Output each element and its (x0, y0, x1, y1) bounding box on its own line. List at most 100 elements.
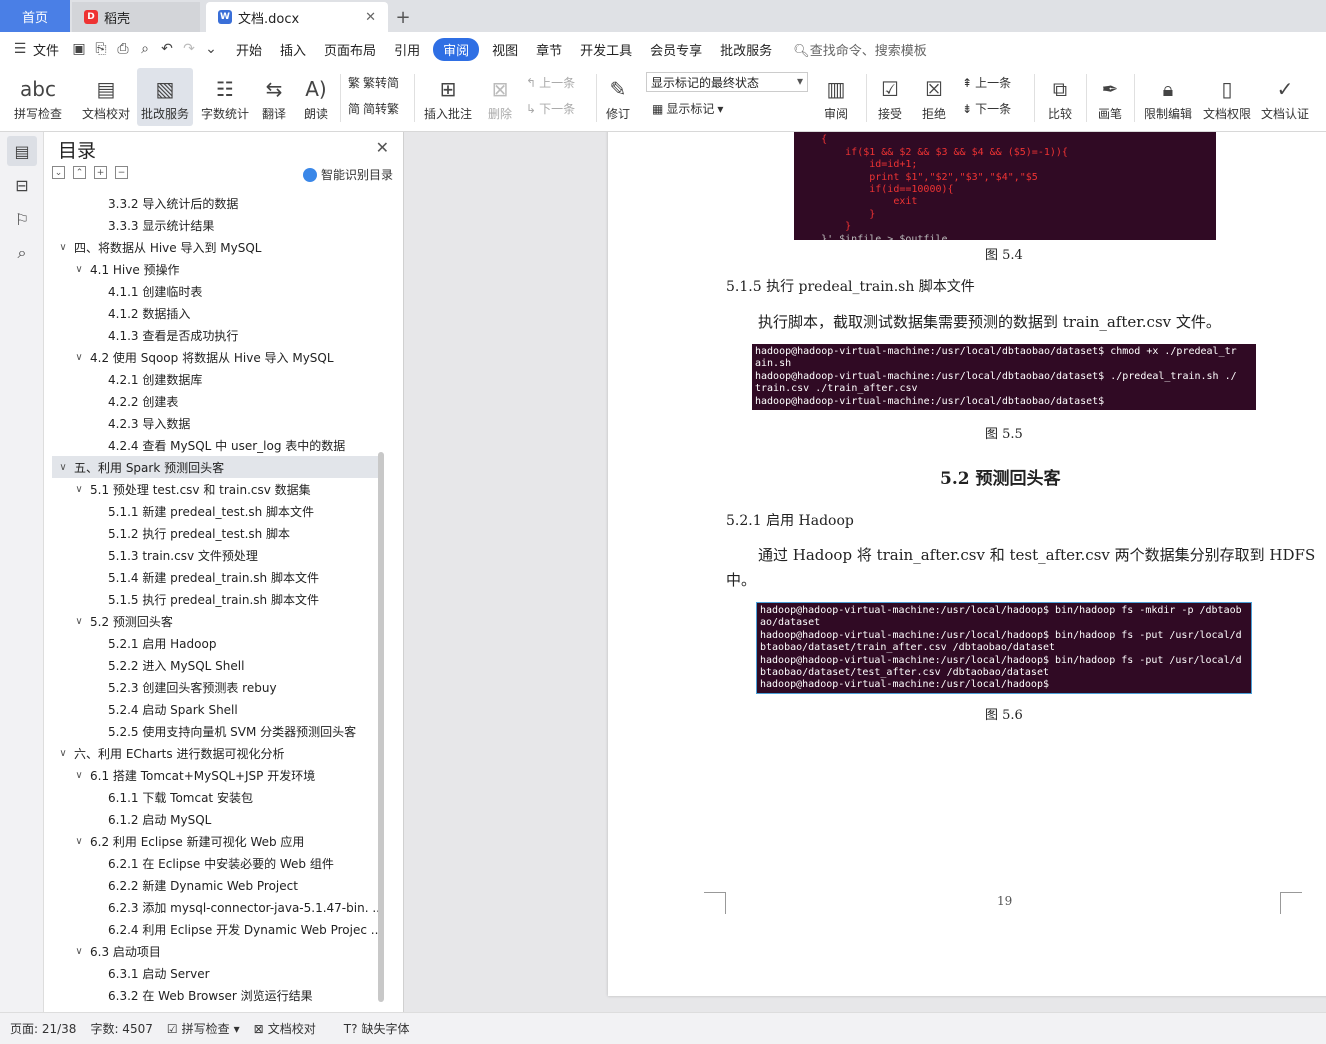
doc-certify-button[interactable]: ✓ 文档认证 (1258, 68, 1312, 126)
word-count-indicator[interactable]: 字数: 4507 (90, 1020, 152, 1037)
missing-font-indicator[interactable]: T? 缺失字体 (344, 1020, 410, 1037)
prev-comment-button[interactable]: ↰ 上一条 (526, 74, 575, 91)
toc-item[interactable]: 4.2.2 创建表 (52, 390, 382, 412)
toc-item[interactable]: 5.2.3 创建回头客预测表 rebuy (52, 676, 382, 698)
chapter-nav-icon[interactable]: ⊟ (7, 170, 37, 200)
toc-item[interactable]: 5.2.2 进入 MySQL Shell (52, 654, 382, 676)
menu-member[interactable]: 会员专享 (650, 40, 702, 59)
toc-item[interactable]: 5.2.1 启用 Hadoop (52, 632, 382, 654)
markup-state-select[interactable]: 显示标记的最终状态 (646, 72, 808, 92)
chevron-down-icon[interactable]: ∨ (72, 352, 86, 363)
status-doc-proof[interactable]: ⊠ 文档校对 (254, 1020, 316, 1037)
chevron-down-icon[interactable]: ∨ (72, 616, 86, 627)
chevron-down-icon[interactable]: ∨ (72, 770, 86, 781)
word-count-button[interactable]: ☷ 字数统计 (198, 68, 252, 126)
toc-item[interactable]: 4.2.4 查看 MySQL 中 user_log 表中的数据 (52, 434, 382, 456)
toc-item[interactable]: 6.3.2 在 Web Browser 浏览运行结果 (52, 984, 382, 1006)
toc-item[interactable]: 3.3.2 导入统计后的数据 (52, 192, 382, 214)
reject-button[interactable]: ☒ 拒绝 (914, 68, 954, 126)
smart-toc-button[interactable]: 智能识别目录 (302, 166, 393, 183)
toc-item[interactable]: 5.1.4 新建 predeal_train.sh 脚本文件 (52, 566, 382, 588)
accept-button[interactable]: ☑ 接受 (870, 68, 910, 126)
chevron-down-icon[interactable]: ∨ (56, 242, 70, 253)
toc-item[interactable]: ∨ 5.2 预测回头客 (52, 610, 382, 632)
toc-item[interactable]: 5.2.4 启动 Spark Shell (52, 698, 382, 720)
toc-item[interactable]: 4.1.1 创建临时表 (52, 280, 382, 302)
next-comment-button[interactable]: ↳ 下一条 (526, 100, 575, 117)
chevron-down-icon[interactable]: ∨ (72, 264, 86, 275)
new-tab-button[interactable]: + (388, 2, 418, 32)
chevron-down-icon[interactable]: ∨ (72, 484, 86, 495)
export-icon[interactable]: ⎘ (93, 41, 109, 57)
preview-icon[interactable]: ⌕ (137, 41, 153, 57)
undo-icon[interactable]: ↶ (159, 41, 175, 57)
track-changes-button[interactable]: ✎ 修订 (600, 68, 636, 126)
toc-item[interactable]: 6.1.2 启动 MySQL (52, 808, 382, 830)
toc-item[interactable]: 4.1.2 数据插入 (52, 302, 382, 324)
menu-insert[interactable]: 插入 (280, 40, 306, 59)
menu-chapter[interactable]: 章节 (536, 40, 562, 59)
toc-item[interactable]: ∨ 五、利用 Spark 预测回头客 (52, 456, 382, 478)
toc-item[interactable]: 5.2.5 使用支持向量机 SVM 分类器预测回头客 (52, 720, 382, 742)
chevron-down-icon[interactable]: ∨ (56, 462, 70, 473)
print-icon[interactable]: ⎙ (115, 41, 131, 57)
restrict-edit-button[interactable]: 🔒︎ 限制编辑 (1140, 68, 1196, 126)
read-aloud-button[interactable]: A) 朗读 (300, 68, 332, 126)
toc-item[interactable]: 6.2.4 利用 Eclipse 开发 Dynamic Web Projec .… (52, 918, 382, 940)
page-indicator[interactable]: 页面: 21/38 (10, 1020, 76, 1037)
menu-devtools[interactable]: 开发工具 (580, 40, 632, 59)
toc-item[interactable]: ∨ 四、将数据从 Hive 导入到 MySQL (52, 236, 382, 258)
toc-item[interactable]: 6.3.1 启动 Server (52, 962, 382, 984)
bookmark-icon[interactable]: ⚐ (7, 204, 37, 234)
expand-up-icon[interactable]: ⌃ (73, 166, 86, 179)
chevron-down-icon[interactable]: ∨ (72, 946, 86, 957)
review-pane-button[interactable]: ▥ 审阅 (816, 68, 856, 126)
toc-item[interactable]: 6.2.1 在 Eclipse 中安装必要的 Web 组件 (52, 852, 382, 874)
toc-item[interactable]: ∨ 4.1 Hive 预操作 (52, 258, 382, 280)
translate-button[interactable]: ⇆ 翻译 (256, 68, 292, 126)
doc-permission-button[interactable]: ▯ 文档权限 (1200, 68, 1254, 126)
correct-service-button[interactable]: ▧ 批改服务 (137, 68, 193, 126)
menu-review[interactable]: 审阅 (433, 37, 480, 61)
menu-layout[interactable]: 页面布局 (324, 40, 376, 59)
more-chevron-icon[interactable]: ⌄ (203, 41, 219, 57)
hamburger-icon[interactable]: ☰ (12, 41, 28, 57)
toc-item[interactable]: ∨ 6.3 启动项目 (52, 940, 382, 962)
toc-item[interactable]: 6.2.3 添加 mysql-connector-java-5.1.47-bin… (52, 896, 382, 918)
redo-icon[interactable]: ↷ (181, 41, 197, 57)
toc-item[interactable]: 4.1.3 查看是否成功执行 (52, 324, 382, 346)
delete-comment-button[interactable]: ⊠ 删除 (480, 68, 520, 126)
show-markup-button[interactable]: ▦ 显示标记 ▾ (652, 100, 723, 117)
insert-comment-button[interactable]: ⊞ 插入批注 (420, 68, 476, 126)
trad-to-simp-button[interactable]: 繁繁转简 (348, 74, 399, 91)
toc-panel-icon[interactable]: ▤ (7, 136, 37, 166)
spell-check-button[interactable]: abc 拼写检查 (10, 68, 66, 126)
tab-daoke[interactable]: D 稻壳 (72, 2, 200, 32)
toc-item[interactable]: 6.2.2 新建 Dynamic Web Project (52, 874, 382, 896)
menu-view[interactable]: 视图 (492, 40, 518, 59)
menu-reference[interactable]: 引用 (394, 40, 420, 59)
doc-proof-button[interactable]: ▤ 文档校对 (78, 68, 134, 126)
tab-home[interactable]: 首页 (0, 0, 70, 32)
add-level-icon[interactable]: + (94, 166, 107, 179)
compare-button[interactable]: ⧉ 比较 (1040, 68, 1080, 126)
tab-document[interactable]: W 文档.docx ✕ (206, 2, 388, 32)
toc-item[interactable]: 4.2.1 创建数据库 (52, 368, 382, 390)
prev-change-button[interactable]: ⇞ 上一条 (962, 74, 1011, 91)
simp-to-trad-button[interactable]: 简简转繁 (348, 100, 399, 117)
toc-item[interactable]: ∨ 6.2 利用 Eclipse 新建可视化 Web 应用 (52, 830, 382, 852)
toc-item[interactable]: ∨ 6.1 搭建 Tomcat+MySQL+JSP 开发环境 (52, 764, 382, 786)
toc-item[interactable]: 5.1.1 新建 predeal_test.sh 脚本文件 (52, 500, 382, 522)
toc-item[interactable]: ∨ 4.2 使用 Sqoop 将数据从 Hive 导入 MySQL (52, 346, 382, 368)
close-tab-icon[interactable]: ✕ (365, 10, 376, 25)
collapse-all-icon[interactable]: ⌄ (52, 166, 65, 179)
remove-level-icon[interactable]: − (115, 166, 128, 179)
toc-item[interactable]: 5.1.3 train.csv 文件预处理 (52, 544, 382, 566)
find-icon[interactable]: ⌕ (7, 238, 37, 268)
toc-scrollbar[interactable] (378, 452, 384, 1002)
toc-item[interactable]: ∨ 六、利用 ECharts 进行数据可视化分析 (52, 742, 382, 764)
close-panel-icon[interactable]: ✕ (376, 138, 389, 157)
toc-item[interactable]: 6.1.1 下载 Tomcat 安装包 (52, 786, 382, 808)
command-search[interactable]: 🔍︎查找命令、搜索模板 (793, 40, 927, 59)
chevron-down-icon[interactable]: ∨ (56, 748, 70, 759)
